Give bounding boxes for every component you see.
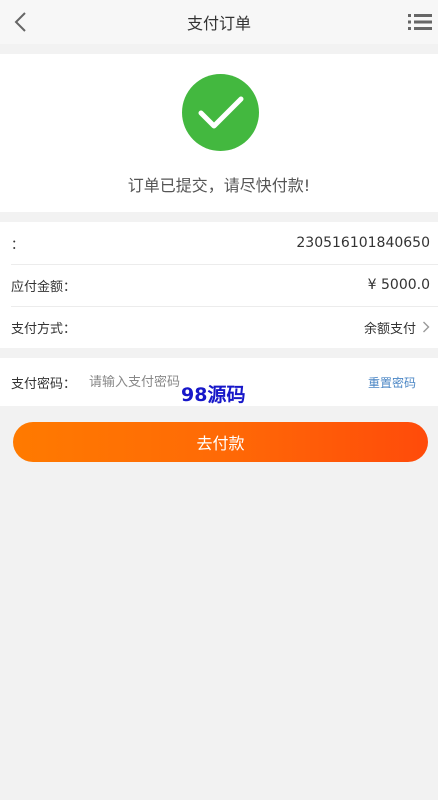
pay-button[interactable]: 去付款 [13,422,428,462]
payment-method-value: 余额支付 [363,321,416,337]
order-number-label: ： [11,237,25,253]
payment-method-label: 支付方式： [11,321,77,337]
check-circle-icon [182,74,259,151]
back-button[interactable] [8,10,32,34]
order-number-value: 230516101840650 [296,235,430,251]
payment-method-row[interactable]: 支付方式： 余额支付 [0,306,438,348]
list-menu-icon [408,14,432,30]
reset-password-link[interactable]: 重置密码 [368,374,416,391]
watermark: 98源码 [181,384,246,406]
password-label: 支付密码： [11,376,77,392]
menu-button[interactable] [406,10,434,34]
payment-method-selector[interactable]: 余额支付 [364,318,430,337]
page-title: 支付订单 [186,14,251,33]
page: 支付订单 订单已提交，请尽快付款! ： 230516101840650 应付金额… [0,0,438,800]
top-nav-bar: 支付订单 [0,0,438,44]
amount-row: 应付金额： ¥ 5000.0 [0,264,438,306]
order-number-row: ： 230516101840650 [0,222,438,264]
chevron-right-icon [423,321,430,333]
amount-label: 应付金额： [11,279,77,295]
order-success-panel: 订单已提交，请尽快付款! [0,54,438,212]
amount-value: ¥ 5000.0 [367,277,430,293]
order-info-list: ： 230516101840650 应付金额： ¥ 5000.0 支付方式： 余… [0,222,438,348]
chevron-left-icon [14,12,26,32]
success-message: 订单已提交，请尽快付款! [127,176,311,195]
